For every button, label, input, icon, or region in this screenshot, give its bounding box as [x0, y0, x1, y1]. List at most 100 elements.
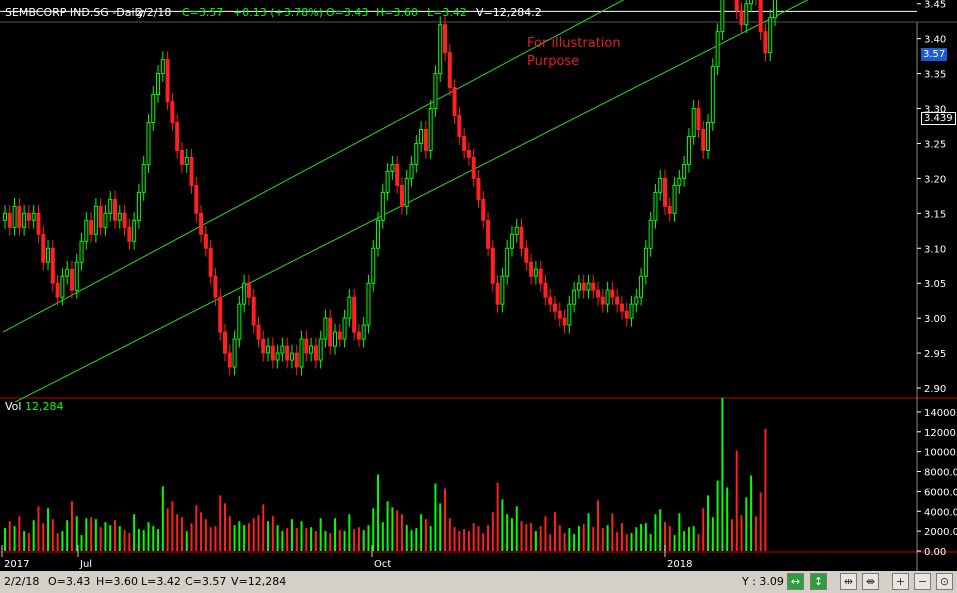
candle-body	[423, 128, 428, 151]
candle-body	[768, 17, 773, 54]
candle-body	[414, 142, 419, 165]
candle-body	[323, 317, 328, 340]
candle-body	[581, 282, 586, 291]
candle-body	[706, 122, 711, 151]
candle-body	[160, 59, 165, 75]
candle-body	[438, 24, 443, 75]
candle-body	[500, 275, 505, 305]
chart-canvas[interactable]: 3.603.553.503.453.403.353.303.253.203.15…	[0, 0, 957, 593]
candle-body	[189, 156, 194, 186]
candle-body	[629, 303, 634, 319]
scroll-left-button[interactable]: ↔	[787, 573, 804, 590]
candle-body	[275, 352, 280, 361]
candle-body	[691, 108, 696, 137]
candle-body	[639, 275, 644, 298]
candle-body	[591, 282, 596, 291]
candle-body	[428, 108, 433, 151]
candle-body	[567, 303, 572, 326]
candle-body	[352, 296, 357, 333]
price-tick-label: 2.90	[924, 384, 946, 395]
candle-body	[586, 282, 591, 291]
candle-body	[366, 282, 371, 326]
zoom-in-button[interactable]: +	[892, 573, 909, 590]
candle-body	[136, 191, 141, 221]
price-tick-label: 3.15	[924, 209, 946, 220]
volume-header: Vol 12,284	[5, 400, 63, 413]
volume-header-value: 12,284	[24, 400, 64, 413]
candles	[3, 0, 777, 376]
candle-body	[672, 184, 677, 214]
candle-body	[572, 289, 577, 305]
candle-body	[12, 205, 17, 228]
candle-body	[261, 338, 266, 354]
candle-body	[175, 122, 180, 151]
volume-tick-label: 8000.0	[924, 468, 957, 479]
candle-body	[146, 122, 151, 165]
candle-body	[266, 345, 271, 354]
candle-body	[218, 296, 223, 333]
candle-body	[658, 177, 663, 193]
time-tick-label: Jul	[79, 559, 92, 570]
zoom-reset-button[interactable]: ⊙	[936, 573, 953, 590]
time-tick-label: 2018	[667, 559, 692, 570]
candle-body	[156, 73, 161, 96]
compress-bars-button[interactable]: ⇹	[840, 573, 857, 590]
candle-body	[337, 331, 342, 340]
candle-body	[529, 261, 534, 277]
status-open: O=3.43	[48, 575, 91, 588]
candle-body	[333, 331, 337, 347]
candle-body	[170, 101, 175, 124]
candle-body	[533, 268, 538, 277]
price-tick-label: 3.05	[924, 279, 946, 290]
candle-body	[294, 352, 299, 368]
candle-body	[46, 247, 51, 263]
volume-tick-label: 10000.	[924, 448, 957, 459]
date-label: 2/2/18	[136, 6, 172, 19]
candle-body	[208, 247, 213, 277]
candle-body	[127, 226, 132, 242]
price-tick-label: 3.35	[924, 70, 946, 81]
candle-body	[495, 282, 500, 305]
candle-body	[490, 247, 495, 284]
candle-body	[447, 52, 452, 89]
candle-body	[385, 170, 390, 193]
expand-bars-button[interactable]: ⇼	[862, 573, 879, 590]
candle-body	[619, 303, 624, 312]
candle-body	[270, 345, 275, 361]
candle-body	[141, 163, 146, 193]
candle-body	[471, 156, 476, 179]
volume-tick-label: 14000.	[924, 408, 957, 419]
annotation-line-1: For illustration	[527, 36, 621, 51]
scroll-right-button[interactable]: ↕	[810, 573, 827, 590]
status-high: H=3.60	[96, 575, 138, 588]
volume-tick-label: 0.00	[924, 547, 946, 558]
candle-body	[715, 31, 720, 68]
candle-body	[179, 149, 184, 165]
chart-header: SEMBCORP IND.SG -Daily 2/2/18 C=3.57 +0.…	[0, 0, 957, 22]
candle-body	[31, 212, 36, 221]
status-cursor-y: Y : 3.09	[742, 575, 784, 588]
candle-body	[93, 205, 98, 235]
candle-body	[356, 331, 361, 340]
symbol-label: SEMBCORP IND.SG -Daily	[5, 6, 145, 19]
candle-body	[433, 73, 438, 110]
candle-body	[553, 303, 557, 312]
candle-body	[232, 338, 237, 368]
candle-body	[361, 324, 366, 340]
candle-body	[548, 296, 553, 305]
candle-body	[65, 268, 70, 277]
candle-body	[347, 296, 352, 319]
price-tick-label: 3.20	[924, 174, 946, 185]
candle-body	[505, 247, 510, 277]
candle-body	[313, 345, 318, 361]
candle-body	[663, 177, 667, 207]
candle-body	[466, 149, 471, 158]
zoom-out-button[interactable]: −	[914, 573, 931, 590]
candle-body	[634, 296, 639, 305]
close-label: C=3.57	[182, 6, 224, 19]
candle-body	[74, 261, 79, 291]
candle-body	[199, 212, 204, 235]
time-tick-label: 2017	[4, 559, 29, 570]
candle-body	[576, 282, 581, 291]
candle-body	[763, 31, 768, 54]
